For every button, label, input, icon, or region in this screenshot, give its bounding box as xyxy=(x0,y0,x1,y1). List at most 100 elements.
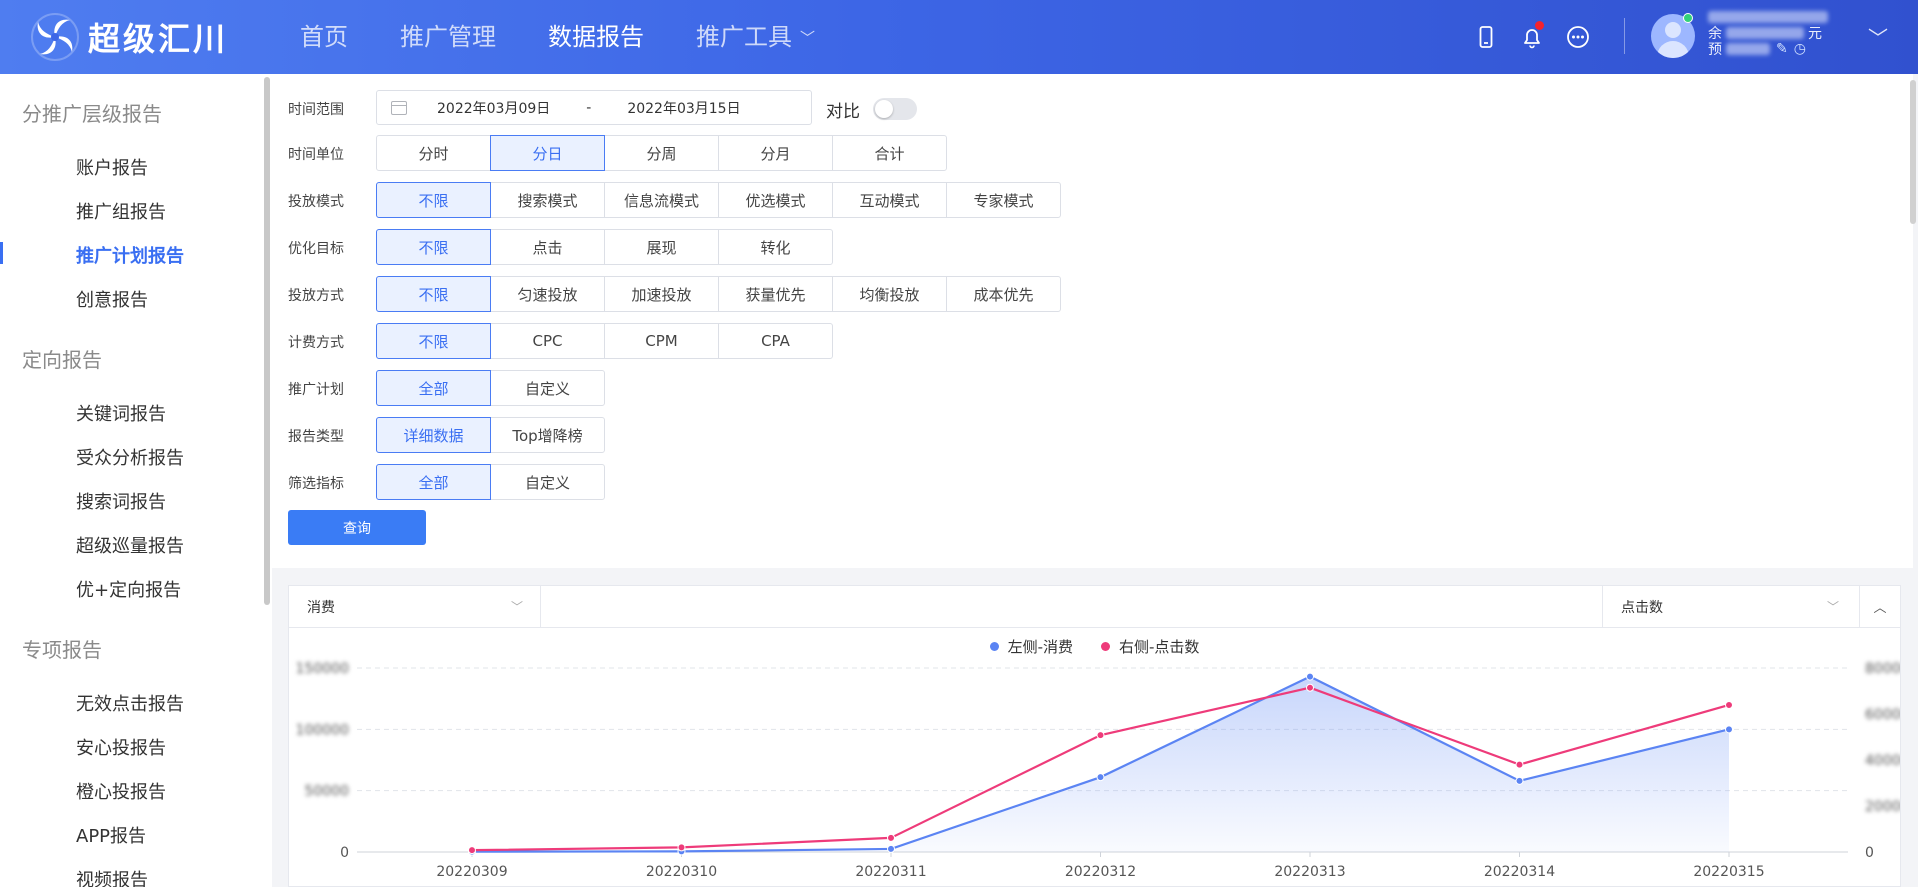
date-range-picker[interactable]: 2022年03月09日 - 2022年03月15日 xyxy=(376,90,812,125)
billing-method-option[interactable]: CPM xyxy=(604,323,719,359)
sidebar-item-search-term-report[interactable]: 搜索词报告 xyxy=(0,488,166,514)
time-unit-option[interactable]: 分时 xyxy=(376,135,491,171)
optimization-goal-option[interactable]: 不限 xyxy=(376,229,491,265)
nav-promotion-tools-label: 推广工具 xyxy=(696,23,792,51)
sidebar-item-video-report[interactable]: 视频报告 xyxy=(0,866,148,887)
sidebar-item-app-report[interactable]: APP报告 xyxy=(0,822,146,848)
optimization-goal-segmented-control: 不限 点击 展现 转化 xyxy=(376,229,833,265)
time-unit-option[interactable]: 分月 xyxy=(718,135,833,171)
time-unit-segmented-control: 分时 分日 分周 分月 合计 xyxy=(376,135,947,171)
sidebar-item-invalid-click-report[interactable]: 无效点击报告 xyxy=(0,690,184,716)
delivery-method-label: 投放方式 xyxy=(288,288,344,304)
delivery-method-option[interactable]: 获量优先 xyxy=(718,276,833,312)
sidebar-item-chengxin-report[interactable]: 橙心投报告 xyxy=(0,778,166,804)
main-nav: 首页 推广管理 数据报告 推广工具 ﹀ xyxy=(300,0,867,74)
account-chevron-down-icon[interactable]: ﹀ xyxy=(1868,22,1888,51)
left-y-tick-label: 50000 xyxy=(304,784,349,800)
delivery-method-option[interactable]: 成本优先 xyxy=(946,276,1061,312)
campaign-scope-option[interactable]: 自定义 xyxy=(490,370,605,406)
delivery-method-option[interactable]: 匀速投放 xyxy=(490,276,605,312)
clock-icon[interactable]: ◷ xyxy=(1794,41,1806,57)
metric-filter-label: 筛选指标 xyxy=(288,476,344,492)
metric-filter-option[interactable]: 全部 xyxy=(376,464,491,500)
campaign-scope-option[interactable]: 全部 xyxy=(376,370,491,406)
end-date[interactable]: 2022年03月15日 xyxy=(627,98,740,118)
header-actions xyxy=(1466,17,1604,57)
billing-method-segmented-control: 不限 CPC CPM CPA xyxy=(376,323,833,359)
delivery-method-option[interactable]: 加速投放 xyxy=(604,276,719,312)
clicks-data-point xyxy=(1725,700,1733,709)
sidebar-item-audience-report[interactable]: 受众分析报告 xyxy=(0,444,184,470)
line-chart: 0 50000 100000 150000 0 20000 40000 60000 80000 2… xyxy=(296,661,1900,880)
optimization-goal-option[interactable]: 点击 xyxy=(490,229,605,265)
x-tick-label: 20220309 xyxy=(436,864,507,880)
nav-promotion-management[interactable]: 推广管理 xyxy=(400,0,496,74)
right-y-tick-label: 80000 xyxy=(1865,661,1900,677)
sidebar-item-adgroup-report[interactable]: 推广组报告 xyxy=(0,198,166,224)
billing-method-option[interactable]: CPC xyxy=(490,323,605,359)
nav-promotion-tools[interactable]: 推广工具 ﹀ xyxy=(696,0,815,74)
mobile-icon[interactable] xyxy=(1466,17,1506,57)
compare-toggle[interactable] xyxy=(873,98,917,120)
report-type-segmented-control: 详细数据 Top增降榜 xyxy=(376,417,605,453)
x-tick-label: 20220313 xyxy=(1274,864,1345,880)
sidebar-item-creative-report[interactable]: 创意报告 xyxy=(0,286,148,312)
delivery-mode-option[interactable]: 专家模式 xyxy=(946,182,1061,218)
sidebar-item-keyword-report[interactable]: 关键词报告 xyxy=(0,400,166,426)
delivery-mode-option[interactable]: 互动模式 xyxy=(832,182,947,218)
billing-method-option[interactable]: 不限 xyxy=(376,323,491,359)
optimization-goal-option[interactable]: 转化 xyxy=(718,229,833,265)
more-icon[interactable] xyxy=(1558,17,1598,57)
account-info[interactable]: 余元 预 ✎ ◷ xyxy=(1708,6,1838,60)
nav-data-report[interactable]: 数据报告 xyxy=(548,0,644,74)
chevron-down-icon: ﹀ xyxy=(800,29,816,47)
report-type-label: 报告类型 xyxy=(288,429,344,445)
delivery-mode-option[interactable]: 不限 xyxy=(376,182,491,218)
right-y-tick-label: 20000 xyxy=(1865,799,1900,815)
sidebar-item-anxin-report[interactable]: 安心投报告 xyxy=(0,734,166,760)
sidebar-item-account-report[interactable]: 账户报告 xyxy=(0,154,148,180)
date-separator: - xyxy=(586,99,592,116)
metric-filter-option[interactable]: 自定义 xyxy=(490,464,605,500)
clicks-data-point xyxy=(1306,683,1314,692)
compare-label: 对比 xyxy=(826,102,860,122)
start-date[interactable]: 2022年03月09日 xyxy=(437,98,550,118)
optimization-goal-option[interactable]: 展现 xyxy=(604,229,719,265)
optimization-goal-label: 优化目标 xyxy=(288,241,344,257)
x-tick-label: 20220312 xyxy=(1065,864,1136,880)
report-type-option[interactable]: Top增降榜 xyxy=(490,417,605,453)
billing-method-label: 计费方式 xyxy=(288,335,344,351)
delivery-mode-segmented-control: 不限 搜索模式 信息流模式 优选模式 互动模式 专家模式 xyxy=(376,182,1061,218)
nav-promotion-management-label: 推广管理 xyxy=(400,23,496,51)
delivery-method-option[interactable]: 均衡投放 xyxy=(832,276,947,312)
chart-panel: 消费 ﹀ 点击数 ﹀ ︿ 左侧-消费 右侧-点击数 0 50000 100000 15… xyxy=(288,585,1901,887)
sidebar-item-super-patrol-report[interactable]: 超级巡量报告 xyxy=(0,532,184,558)
brand-logo[interactable]: 超级汇川 xyxy=(30,12,228,62)
spend-data-point xyxy=(1096,773,1105,782)
delivery-mode-option[interactable]: 信息流模式 xyxy=(604,182,719,218)
left-y-tick-label: 0 xyxy=(340,845,349,861)
sidebar-item-campaign-report[interactable]: 推广计划报告 xyxy=(0,242,184,268)
main-scrollbar[interactable] xyxy=(1910,80,1916,224)
right-y-tick-label: 60000 xyxy=(1865,707,1900,723)
delivery-method-option[interactable]: 不限 xyxy=(376,276,491,312)
edit-icon[interactable]: ✎ xyxy=(1776,41,1788,57)
billing-method-option[interactable]: CPA xyxy=(718,323,833,359)
sidebar-group-title: 分推广层级报告 xyxy=(22,102,162,126)
bell-icon[interactable] xyxy=(1512,17,1552,57)
report-type-option[interactable]: 详细数据 xyxy=(376,417,491,453)
sidebar-scrollbar[interactable] xyxy=(264,77,270,605)
query-button[interactable]: 查询 xyxy=(288,510,426,545)
time-unit-option[interactable]: 合计 xyxy=(832,135,947,171)
sidebar-item-plus-targeting-report[interactable]: 优+定向报告 xyxy=(0,576,181,602)
nav-home[interactable]: 首页 xyxy=(300,0,348,74)
x-tick-label: 20220311 xyxy=(855,864,926,880)
metric-filter-segmented-control: 全部 自定义 xyxy=(376,464,605,500)
time-unit-option[interactable]: 分周 xyxy=(604,135,719,171)
account-name-redacted xyxy=(1708,11,1828,23)
time-unit-option[interactable]: 分日 xyxy=(490,135,605,171)
budget-prefix: 预 xyxy=(1708,42,1722,58)
delivery-mode-option[interactable]: 搜索模式 xyxy=(490,182,605,218)
time-unit-label: 时间单位 xyxy=(288,147,344,163)
delivery-mode-option[interactable]: 优选模式 xyxy=(718,182,833,218)
